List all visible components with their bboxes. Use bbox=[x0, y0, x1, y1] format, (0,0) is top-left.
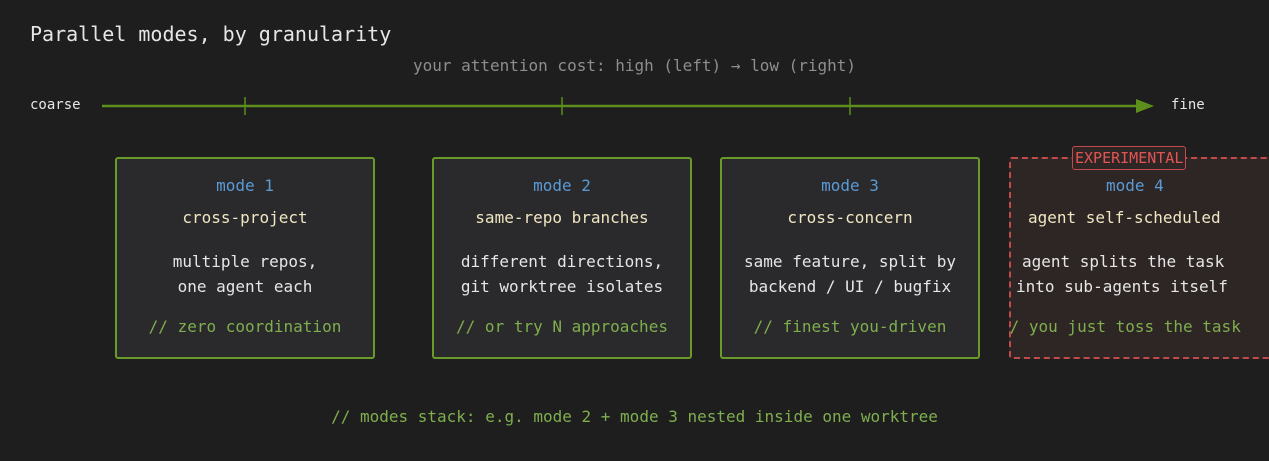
mode-description: multiple repos, one agent each bbox=[117, 249, 373, 299]
mode-card-1: mode 1 cross-project multiple repos, one… bbox=[115, 157, 375, 359]
mode-description-line: same feature, split by bbox=[744, 252, 956, 271]
mode-note: // finest you-driven bbox=[753, 317, 947, 336]
mode-description: agent splits the task into sub-agents it… bbox=[1011, 249, 1269, 299]
mode-label: mode 2 bbox=[533, 176, 591, 195]
mode-description-line: backend / UI / bugfix bbox=[748, 277, 952, 296]
diagram-canvas: Parallel modes, by granularity your atte… bbox=[0, 0, 1269, 461]
mode-description-line: different directions, bbox=[460, 252, 664, 271]
mode-description-line: into sub-agents itself bbox=[1016, 277, 1228, 296]
axis-arrowhead bbox=[1136, 99, 1154, 113]
mode-name: agent self-scheduled bbox=[1028, 208, 1221, 227]
mode-label: mode 3 bbox=[821, 176, 879, 195]
granularity-axis bbox=[102, 97, 1154, 115]
mode-name: cross-concern bbox=[787, 208, 913, 227]
mode-card-3: mode 3 cross-concern same feature, split… bbox=[720, 157, 980, 359]
mode-description-line: git worktree isolates bbox=[460, 277, 664, 296]
mode-name: same-repo branches bbox=[475, 208, 649, 227]
mode-description-line: agent splits the task bbox=[1022, 252, 1225, 271]
mode-note: // you just toss the task bbox=[1011, 317, 1241, 336]
mode-name: cross-project bbox=[182, 208, 308, 227]
mode-card-4-content: mode 4 agent self-scheduled agent splits… bbox=[1011, 159, 1269, 357]
mode-description: same feature, split by backend / UI / bu… bbox=[722, 249, 978, 299]
mode-card-2: mode 2 same-repo branches different dire… bbox=[432, 157, 692, 359]
mode-description-line: multiple repos, bbox=[172, 252, 318, 271]
mode-description-line: one agent each bbox=[177, 277, 313, 296]
mode-label: mode 1 bbox=[216, 176, 274, 195]
mode-description: different directions, git worktree isola… bbox=[434, 249, 690, 299]
experimental-badge: EXPERIMENTAL bbox=[1072, 146, 1187, 170]
mode-note: // zero coordination bbox=[148, 317, 342, 336]
mode-card-4: mode 4 agent self-scheduled agent splits… bbox=[1009, 146, 1269, 359]
diagram-footnote: // modes stack: e.g. mode 2 + mode 3 nes… bbox=[331, 407, 938, 426]
mode-label: mode 4 bbox=[1106, 176, 1164, 195]
mode-note: // or try N approaches bbox=[456, 317, 668, 336]
